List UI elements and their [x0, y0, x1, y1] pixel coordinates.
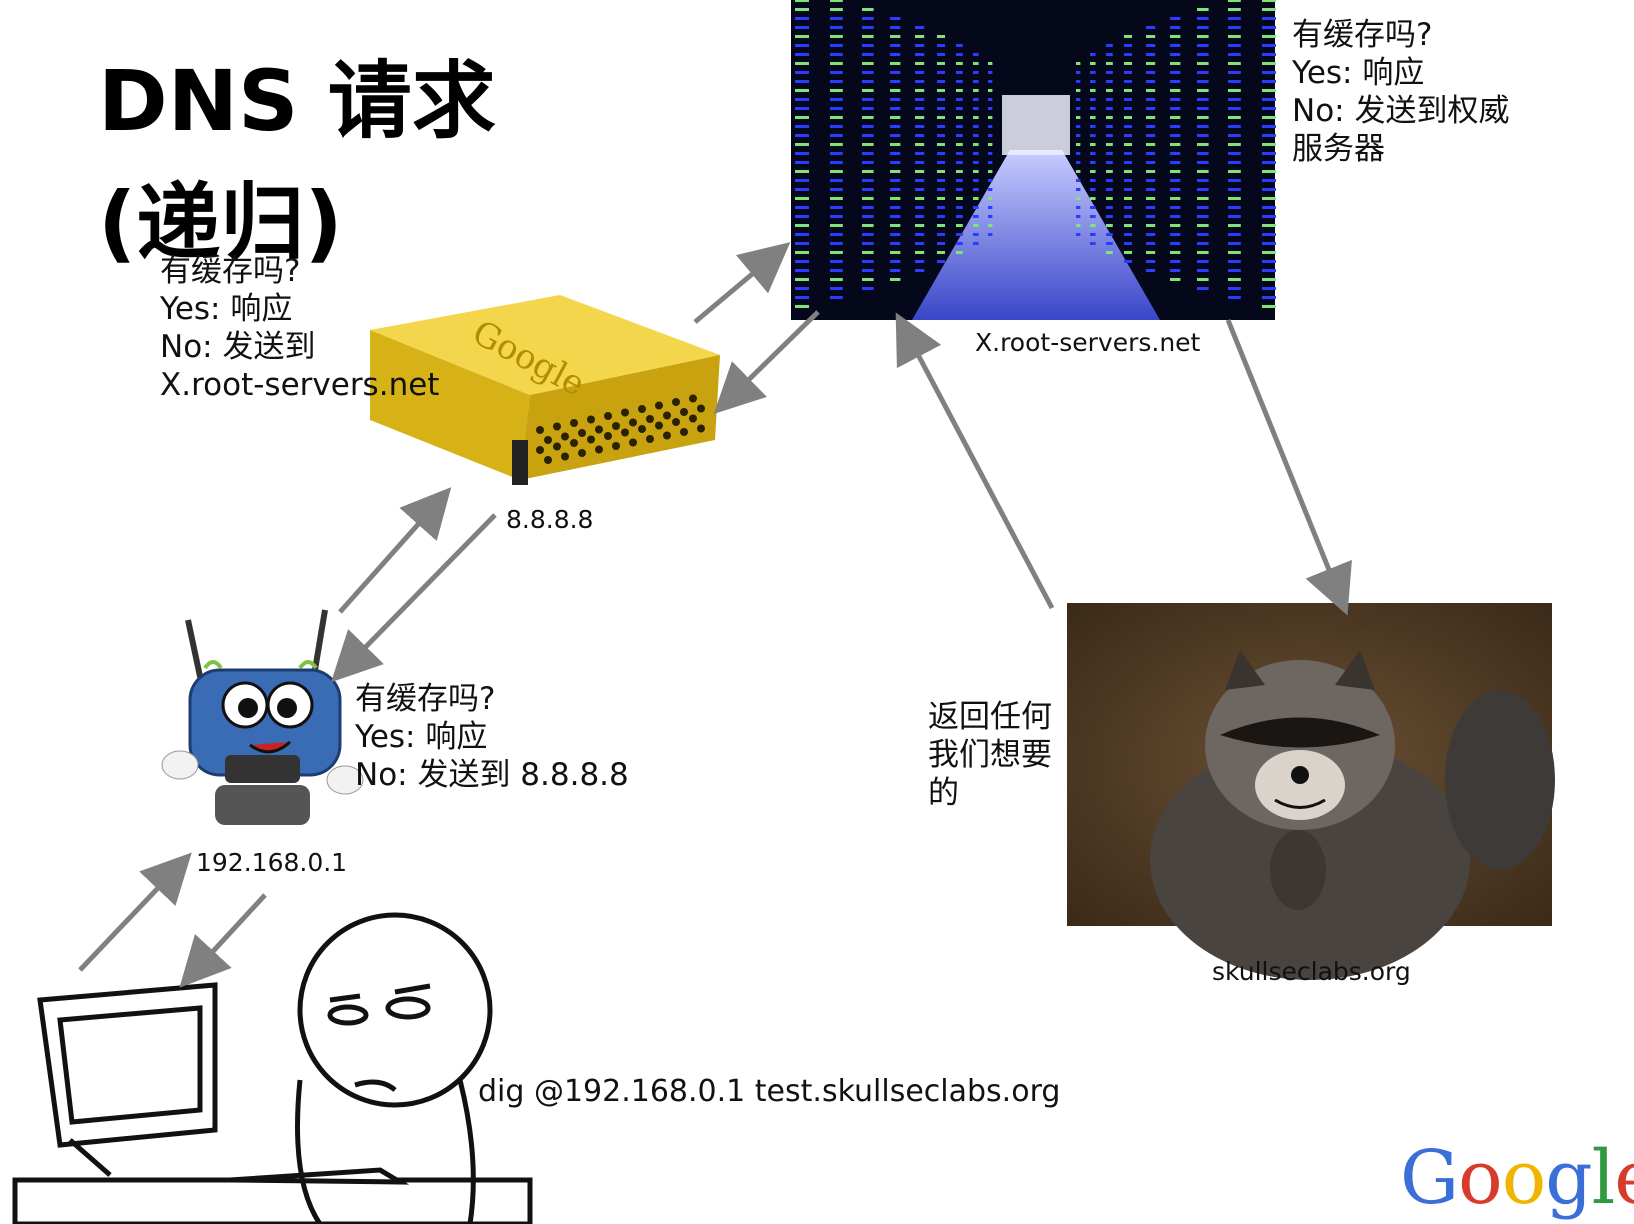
arrow-root-to-authority	[1225, 319, 1352, 616]
diagram-canvas: Google	[12, 0, 1555, 1224]
resolver-note: 有缓存吗? Yes: 响应 No: 发送到 X.root-servers.net	[160, 253, 440, 403]
raccoon-image	[1067, 603, 1555, 980]
arrow-router-to-resolver	[338, 487, 452, 614]
authority-note: 返回任何 我们想要 的	[928, 699, 1052, 811]
datacenter-image	[791, 0, 1276, 320]
client-computer-image	[12, 912, 533, 1224]
arrow-resolver-to-router	[330, 513, 497, 683]
root-note: 有缓存吗? Yes: 响应 No: 发送到权威 服务器	[1292, 17, 1510, 167]
google-logo-letter: e	[1614, 1135, 1634, 1221]
arrow-router-to-client	[179, 893, 267, 988]
google-logo-letter: G	[1400, 1135, 1459, 1221]
client-command: dig @192.168.0.1 test.skullseclabs.org	[478, 1074, 1061, 1109]
root-label: X.root-servers.net	[975, 328, 1201, 357]
arrow-authority-to-root	[895, 312, 1055, 610]
google-logo-letter: l	[1591, 1135, 1616, 1221]
router-mascot-image	[161, 609, 364, 825]
arrow-resolver-to-root	[693, 242, 791, 324]
router-note: 有缓存吗? Yes: 响应 No: 发送到 8.8.8.8	[355, 681, 629, 793]
authority-label: skullseclabs.org	[1212, 957, 1411, 986]
google-logo-letter: g	[1545, 1135, 1592, 1221]
arrow-root-to-resolver	[713, 310, 820, 414]
router-label: 192.168.0.1	[196, 848, 348, 877]
arrow-client-to-router	[78, 852, 192, 972]
google-logo: Google	[1400, 1135, 1634, 1221]
resolver-label: 8.8.8.8	[506, 505, 594, 534]
google-logo-letter: o	[1458, 1135, 1503, 1221]
google-logo-letter: o	[1501, 1135, 1547, 1221]
